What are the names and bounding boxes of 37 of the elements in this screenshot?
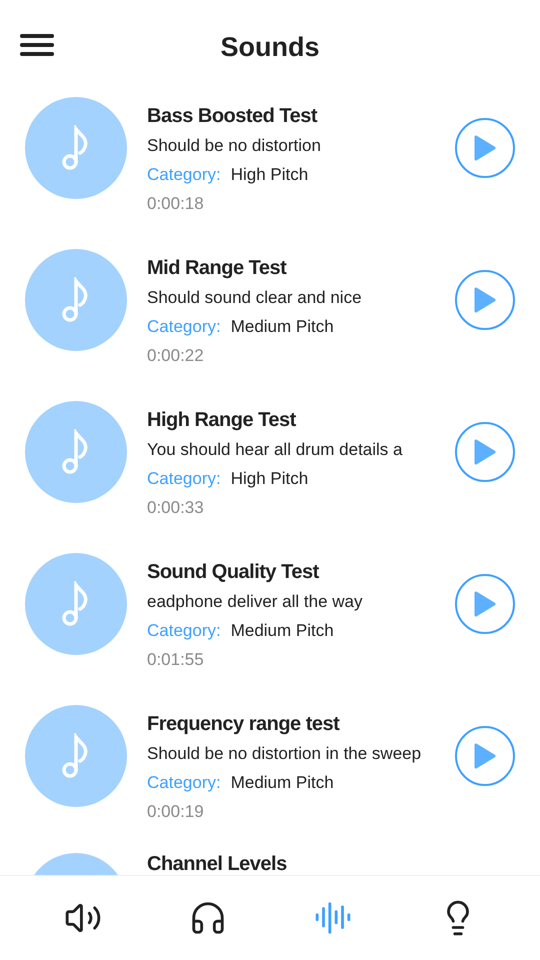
sound-duration: 0:00:19 bbox=[147, 801, 205, 823]
play-icon bbox=[474, 439, 496, 465]
play-button[interactable] bbox=[455, 422, 515, 482]
page-title: Sounds bbox=[220, 30, 320, 64]
category-value: Medium Pitch bbox=[230, 316, 334, 338]
sound-title: Sound Quality Test bbox=[147, 560, 320, 585]
sound-title: Channel Levels bbox=[147, 853, 288, 875]
category-label: Category: bbox=[147, 316, 221, 338]
play-icon bbox=[474, 743, 496, 769]
category-value: Medium Pitch bbox=[230, 772, 334, 794]
sound-description: Should be no distortion bbox=[147, 135, 322, 157]
play-button[interactable] bbox=[455, 118, 515, 178]
play-button[interactable] bbox=[455, 726, 515, 786]
sound-description: Should be no distortion in the sweep bbox=[147, 743, 422, 765]
category-label: Category: bbox=[147, 772, 221, 794]
category-value: High Pitch bbox=[230, 468, 308, 490]
category-label: Category: bbox=[147, 620, 221, 642]
sound-duration: 0:00:22 bbox=[147, 345, 205, 367]
sound-duration: 0:00:18 bbox=[147, 193, 205, 215]
sound-title: Frequency range test bbox=[147, 712, 340, 737]
play-icon bbox=[474, 591, 496, 617]
play-icon bbox=[474, 135, 496, 161]
sound-description: You should hear all drum details a bbox=[147, 439, 404, 461]
sound-description: Should sound clear and nice bbox=[147, 287, 363, 309]
sound-title: Mid Range Test bbox=[147, 256, 288, 281]
category-label: Category: bbox=[147, 468, 221, 490]
play-icon bbox=[474, 287, 496, 313]
sound-title: Bass Boosted Test bbox=[147, 104, 318, 129]
sound-title: High Range Test bbox=[147, 408, 297, 433]
sound-description: eadphone deliver all the way bbox=[147, 591, 364, 613]
play-button[interactable] bbox=[455, 574, 515, 634]
play-button[interactable] bbox=[455, 270, 515, 330]
category-value: Medium Pitch bbox=[230, 620, 334, 642]
sound-duration: 0:01:55 bbox=[147, 649, 205, 671]
category-value: High Pitch bbox=[230, 164, 308, 186]
category-label: Category: bbox=[147, 164, 221, 186]
sound-duration: 0:00:33 bbox=[147, 497, 205, 519]
